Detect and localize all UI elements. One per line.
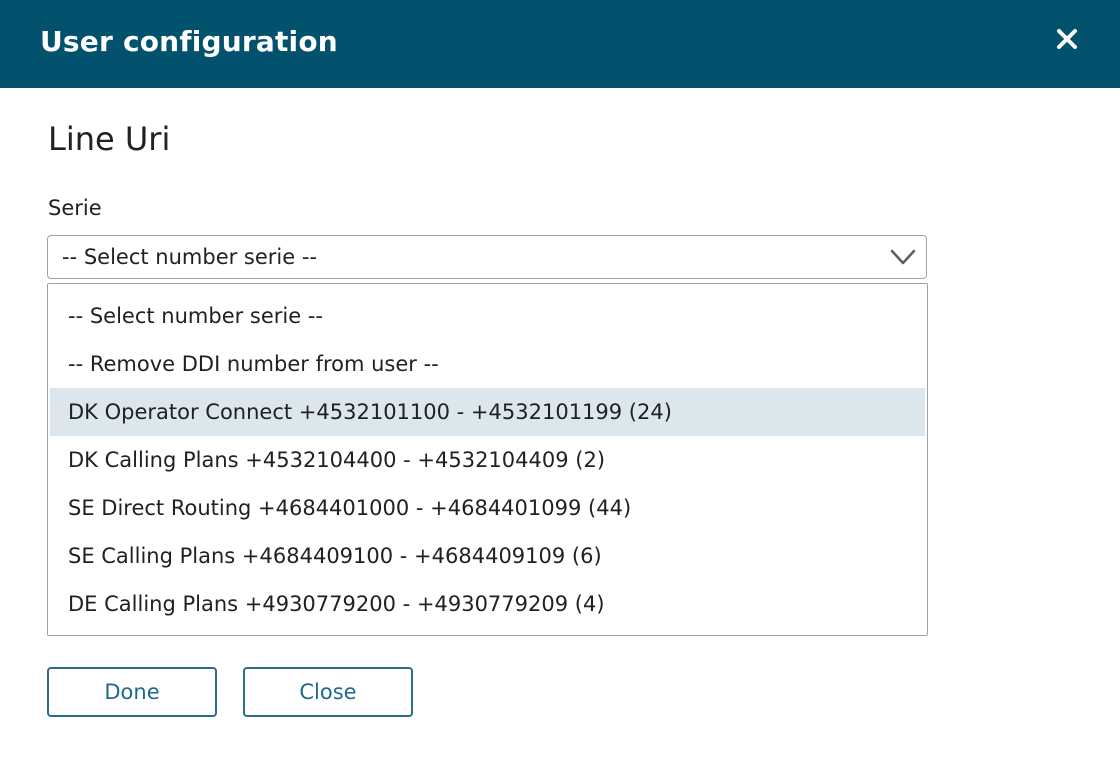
serie-label: Serie (48, 196, 102, 220)
dropdown-option-label: DK Operator Connect +4532101100 - +45321… (68, 400, 672, 424)
chevron-down-icon (890, 248, 916, 266)
dropdown-option-label: DK Calling Plans +4532104400 - +45321044… (68, 448, 606, 472)
dropdown-option-de-calling-plans[interactable]: DE Calling Plans +4930779200 - +49307792… (50, 580, 925, 628)
dropdown-option-remove-ddi[interactable]: -- Remove DDI number from user -- (50, 340, 925, 388)
dropdown-option-label: DE Calling Plans +4930779200 - +49307792… (68, 592, 605, 616)
serie-select[interactable]: -- Select number serie -- (47, 235, 927, 279)
close-icon[interactable] (1053, 25, 1081, 53)
user-configuration-dialog: User configuration Line Uri Serie -- Sel… (0, 0, 1120, 772)
close-button[interactable]: Close (243, 667, 413, 717)
serie-dropdown-list: -- Select number serie -- -- Remove DDI … (47, 283, 928, 636)
dropdown-option-dk-calling-plans[interactable]: DK Calling Plans +4532104400 - +45321044… (50, 436, 925, 484)
dropdown-option-label: -- Remove DDI number from user -- (68, 352, 439, 376)
dialog-title: User configuration (40, 25, 338, 58)
dropdown-option-se-calling-plans[interactable]: SE Calling Plans +4684409100 - +46844091… (50, 532, 925, 580)
dropdown-option-se-direct-routing[interactable]: SE Direct Routing +4684401000 - +4684401… (50, 484, 925, 532)
serie-select-value: -- Select number serie -- (62, 245, 318, 269)
dropdown-option-dk-operator-connect[interactable]: DK Operator Connect +4532101100 - +45321… (50, 388, 925, 436)
section-title: Line Uri (48, 120, 171, 158)
dialog-header: User configuration (0, 0, 1120, 88)
dropdown-option-select-number-serie[interactable]: -- Select number serie -- (50, 292, 925, 340)
dropdown-option-label: SE Calling Plans +4684409100 - +46844091… (68, 544, 602, 568)
done-button[interactable]: Done (47, 667, 217, 717)
dropdown-option-label: SE Direct Routing +4684401000 - +4684401… (68, 496, 632, 520)
dropdown-option-label: -- Select number serie -- (68, 304, 324, 328)
